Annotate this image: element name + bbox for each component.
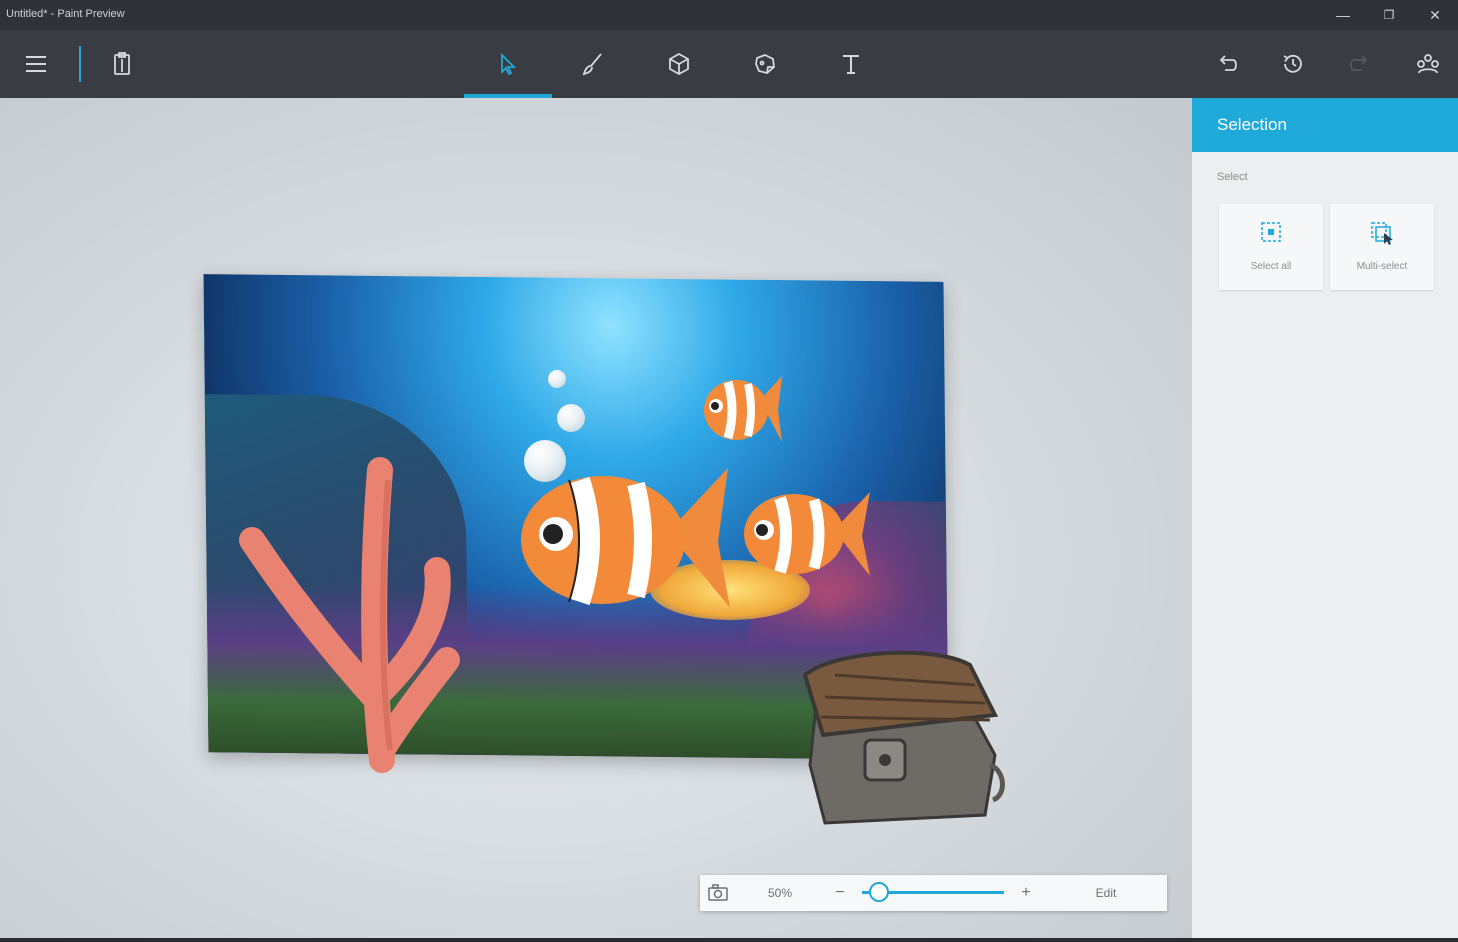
community-icon — [1417, 54, 1439, 74]
view-button[interactable] — [700, 875, 736, 911]
camera-view-icon — [708, 884, 728, 901]
zoom-in-button[interactable]: + — [1014, 875, 1038, 911]
text-icon — [843, 55, 859, 74]
panel-header: Selection — [1192, 98, 1458, 152]
close-icon: ✕ — [1429, 6, 1441, 23]
select-section-label: Select — [1217, 171, 1248, 183]
multi-select-icon — [1371, 222, 1393, 245]
minimize-icon: — — [1336, 7, 1350, 23]
community-button[interactable] — [1398, 30, 1458, 98]
clownfish-small[interactable] — [700, 370, 784, 448]
paste-button[interactable] — [92, 30, 152, 98]
3d-objects-tool[interactable] — [649, 30, 709, 98]
zoom-percentage[interactable]: 50% — [755, 875, 805, 911]
brush-icon — [582, 53, 602, 76]
clownfish-large[interactable] — [518, 462, 733, 612]
close-button[interactable]: ✕ — [1412, 0, 1458, 30]
coral-3d-object[interactable] — [232, 450, 472, 780]
bubble — [557, 404, 585, 432]
maximize-button[interactable]: ❐ — [1366, 0, 1412, 30]
treasure-chest-3d-object[interactable] — [795, 645, 1010, 830]
brush-tool[interactable] — [563, 30, 623, 98]
redo-icon — [1350, 55, 1368, 71]
bottom-edge — [0, 938, 1458, 942]
edit-button[interactable]: Edit — [1084, 875, 1128, 911]
history-icon — [1283, 54, 1302, 73]
bubble — [548, 370, 566, 388]
toolbar-divider — [79, 46, 81, 82]
multi-select-button[interactable]: Multi-select — [1330, 204, 1434, 290]
undo-button[interactable] — [1197, 30, 1257, 98]
cube-icon — [669, 52, 689, 76]
select-tool[interactable] — [477, 30, 537, 98]
window-title: Untitled* - Paint Preview — [6, 8, 125, 20]
multi-select-label: Multi-select — [1356, 261, 1408, 272]
select-all-icon — [1261, 222, 1281, 242]
history-button[interactable] — [1263, 30, 1323, 98]
stickers-tool[interactable] — [735, 30, 795, 98]
title-bar: Untitled* - Paint Preview — ❐ ✕ — [0, 0, 1458, 30]
paste-icon — [114, 52, 130, 75]
minimize-button[interactable]: — — [1320, 0, 1366, 30]
menu-icon — [26, 56, 46, 72]
text-tool[interactable] — [821, 30, 881, 98]
redo-button[interactable] — [1330, 30, 1390, 98]
select-all-label: Select all — [1250, 261, 1292, 272]
panel-title: Selection — [1217, 115, 1287, 134]
zoom-out-button[interactable]: − — [828, 875, 852, 911]
undo-icon — [1219, 55, 1237, 71]
select-all-button[interactable]: Select all — [1219, 204, 1323, 290]
toolbar — [0, 30, 1458, 98]
menu-button[interactable] — [6, 30, 66, 98]
maximize-icon: ❐ — [1383, 8, 1395, 22]
sticker-icon — [755, 54, 775, 74]
cursor-icon — [501, 52, 517, 76]
selection-panel: Selection Select Select all Multi-select — [1192, 98, 1458, 938]
zoom-slider-thumb[interactable] — [869, 882, 890, 902]
clownfish-medium[interactable] — [742, 488, 872, 578]
